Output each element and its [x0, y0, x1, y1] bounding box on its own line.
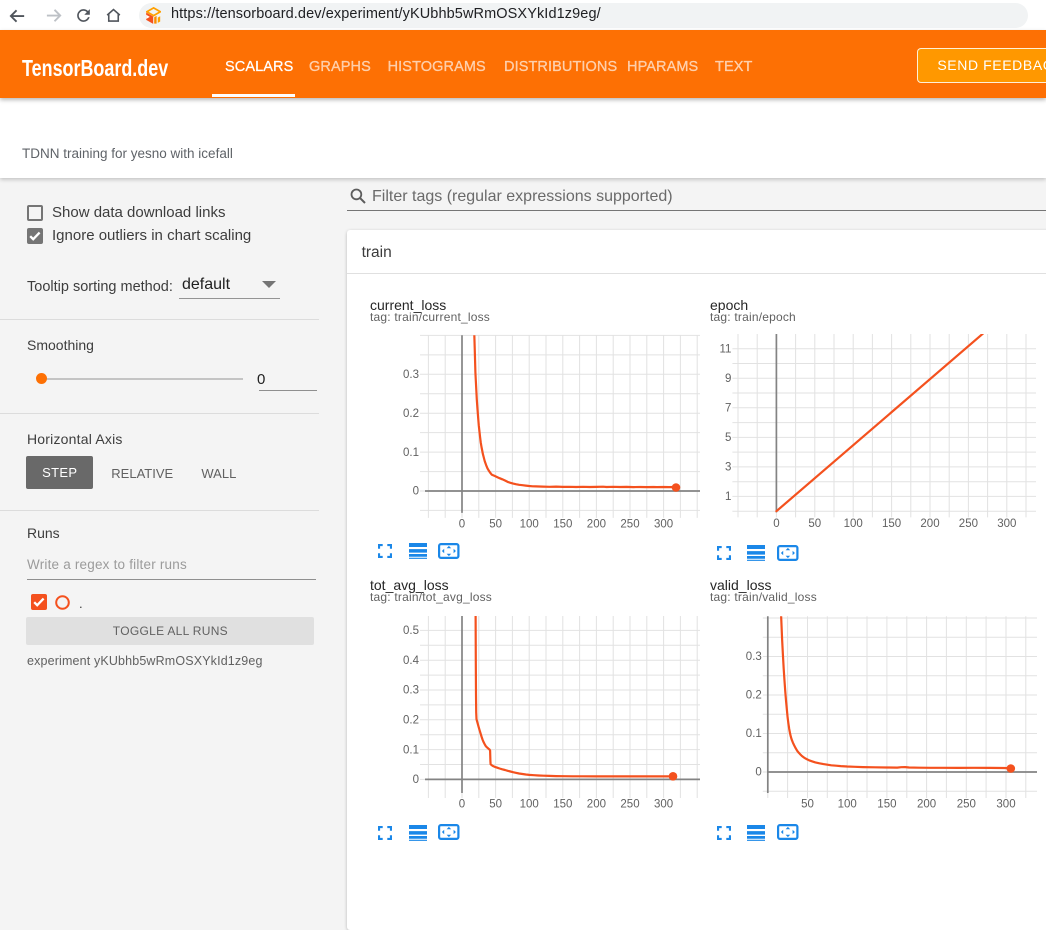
- svg-text:7: 7: [725, 403, 731, 415]
- svg-text:0: 0: [755, 767, 761, 779]
- svg-text:150: 150: [877, 799, 896, 811]
- svg-text:300: 300: [654, 799, 673, 811]
- svg-text:200: 200: [920, 518, 939, 530]
- svg-text:50: 50: [801, 799, 814, 811]
- svg-text:100: 100: [838, 799, 857, 811]
- svg-text:250: 250: [959, 518, 978, 530]
- svg-text:0: 0: [459, 799, 465, 811]
- svg-text:50: 50: [808, 518, 821, 530]
- svg-text:0.3: 0.3: [403, 685, 419, 697]
- svg-text:0.2: 0.2: [403, 408, 419, 420]
- svg-text:3: 3: [725, 462, 731, 474]
- svg-text:0: 0: [413, 486, 419, 498]
- svg-text:50: 50: [489, 799, 502, 811]
- svg-text:250: 250: [620, 799, 639, 811]
- svg-text:5: 5: [725, 432, 731, 444]
- svg-text:100: 100: [520, 518, 539, 530]
- svg-text:0.2: 0.2: [403, 715, 419, 727]
- svg-text:150: 150: [882, 518, 901, 530]
- svg-text:300: 300: [996, 799, 1015, 811]
- svg-text:100: 100: [520, 799, 539, 811]
- svg-text:9: 9: [725, 373, 731, 385]
- svg-text:0.1: 0.1: [403, 744, 419, 756]
- svg-text:150: 150: [553, 799, 572, 811]
- svg-text:50: 50: [489, 518, 502, 530]
- svg-text:0.3: 0.3: [403, 369, 419, 381]
- svg-text:150: 150: [553, 518, 572, 530]
- svg-text:11: 11: [719, 343, 731, 355]
- svg-text:0: 0: [773, 518, 779, 530]
- svg-text:100: 100: [844, 518, 863, 530]
- svg-text:300: 300: [997, 518, 1016, 530]
- svg-text:200: 200: [587, 799, 606, 811]
- svg-text:1: 1: [725, 491, 731, 503]
- svg-text:0.4: 0.4: [403, 655, 420, 667]
- svg-text:200: 200: [587, 518, 606, 530]
- svg-text:300: 300: [654, 518, 673, 530]
- svg-text:250: 250: [957, 799, 976, 811]
- svg-text:200: 200: [917, 799, 936, 811]
- svg-text:0.1: 0.1: [403, 447, 419, 459]
- svg-text:0.1: 0.1: [746, 728, 762, 740]
- svg-text:0.2: 0.2: [746, 690, 762, 702]
- svg-text:0.5: 0.5: [403, 625, 419, 637]
- svg-text:250: 250: [620, 518, 639, 530]
- svg-text:0.3: 0.3: [746, 651, 762, 663]
- svg-text:0: 0: [459, 518, 465, 530]
- svg-text:0: 0: [413, 774, 419, 786]
